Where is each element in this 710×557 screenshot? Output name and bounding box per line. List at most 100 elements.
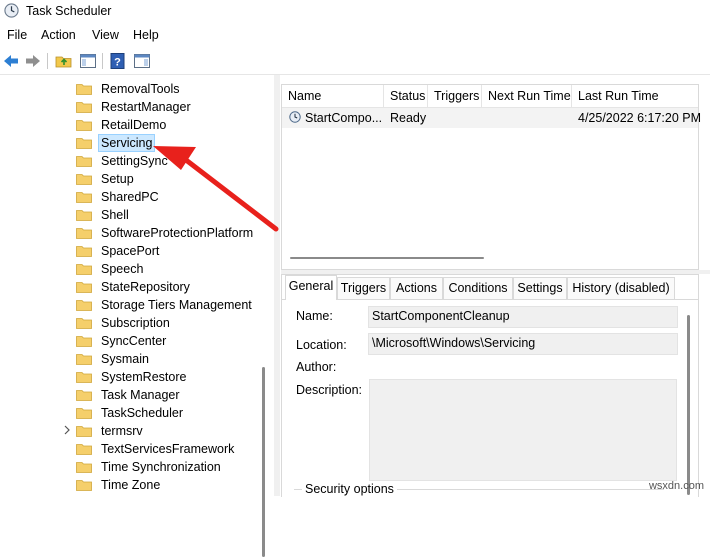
tree-item-label: SoftwareProtectionPlatform [101, 226, 254, 240]
folder-icon [76, 390, 92, 401]
task-name: StartCompo... [305, 111, 383, 125]
svg-text:?: ? [114, 57, 121, 69]
task-scheduler-clock-icon [4, 3, 19, 18]
tree-item-label: SettingSync [101, 154, 168, 168]
tree-item-label: TaskScheduler [101, 406, 183, 420]
tab-settings[interactable]: Settings [513, 277, 567, 299]
folder-icon [76, 300, 92, 311]
help-icon[interactable]: ? [108, 51, 128, 71]
tab-conditions[interactable]: Conditions [443, 277, 513, 299]
properties-scrollbar[interactable] [687, 315, 690, 495]
tree-item-label: Task Manager [101, 388, 180, 402]
column-header-label: Next Run Time [488, 89, 571, 103]
column-header-triggers[interactable]: Triggers [428, 85, 482, 108]
location-field[interactable]: \Microsoft\Windows\Servicing [368, 333, 678, 355]
tree-item-label: Setup [101, 172, 134, 186]
tree-item-label: Sysmain [101, 352, 149, 366]
tree-item-label: StateRepository [101, 280, 190, 294]
show-hide-tree-icon[interactable] [78, 51, 98, 71]
column-header-label: Triggers [434, 89, 480, 103]
column-header-next-run-time[interactable]: Next Run Time [482, 85, 572, 108]
tree-item-label: SharedPC [101, 190, 159, 204]
tab-label: Triggers [340, 281, 387, 295]
tab-triggers[interactable]: Triggers [337, 277, 390, 299]
watermark: wsxdn.com [648, 480, 704, 492]
tab-label: General [288, 279, 334, 293]
folder-icon [76, 408, 92, 419]
location-label: Location: [296, 338, 347, 352]
name-field[interactable]: StartComponentCleanup [368, 306, 678, 328]
tree-item-label: RetailDemo [101, 118, 167, 132]
tree-item-label: SyncCenter [101, 334, 167, 348]
toolbar-separator [47, 53, 48, 69]
folder-icon [76, 102, 92, 113]
menu-file[interactable]: File [7, 28, 27, 42]
menu-view[interactable]: View [92, 28, 119, 42]
tab-history[interactable]: History (disabled) [567, 277, 675, 299]
back-arrow-icon[interactable] [1, 51, 21, 71]
toolbar: ? [0, 48, 710, 75]
folder-icon [76, 462, 92, 473]
tree-item-label: Shell [101, 208, 129, 222]
tab-label: Settings [517, 281, 563, 295]
column-header-last-run-time[interactable]: Last Run Time [572, 85, 698, 108]
tree-item-label: SystemRestore [101, 370, 187, 384]
tab-general[interactable]: General [285, 275, 337, 300]
task-list: Name Status Triggers Next Run Time Last … [281, 84, 702, 270]
tree-item-label: TextServicesFramework [101, 442, 235, 456]
tree-item-label: RemovalTools [101, 82, 180, 96]
menu-help[interactable]: Help [133, 28, 159, 42]
folder-icon [76, 336, 92, 347]
column-header-name[interactable]: Name [282, 85, 384, 108]
tab-label: History (disabled) [572, 281, 670, 295]
folder-icon [76, 120, 92, 131]
tree-item-label: RestartManager [101, 100, 191, 114]
folder-icon [76, 156, 92, 167]
tree-scrollbar[interactable] [257, 75, 274, 557]
location-value: \Microsoft\Windows\Servicing [372, 336, 536, 350]
folder-icon [76, 264, 92, 275]
folder-icon [76, 84, 92, 95]
chevron-right-icon[interactable] [62, 424, 72, 436]
task-status: Ready [390, 111, 427, 125]
folder-icon [76, 282, 92, 293]
task-clock-icon [289, 111, 301, 123]
tree-item-label: SpacePort [101, 244, 160, 258]
task-properties-panel: General Triggers Actions Conditions Sett… [281, 274, 699, 497]
column-header-label: Name [288, 89, 322, 103]
column-header-label: Status [390, 89, 426, 103]
properties-tabstrip: General Triggers Actions Conditions Sett… [282, 275, 698, 300]
tree-item-label: Servicing [97, 134, 156, 152]
description-field[interactable] [369, 379, 677, 481]
title-bar: Task Scheduler [0, 0, 710, 22]
folder-icon [76, 138, 92, 149]
folder-icon [76, 444, 92, 455]
pane-splitter[interactable] [274, 75, 280, 496]
folder-icon [76, 246, 92, 257]
show-hide-action-pane-icon[interactable] [132, 51, 152, 71]
tab-actions[interactable]: Actions [390, 277, 443, 299]
tree-scrollbar-thumb[interactable] [262, 367, 265, 557]
folder-icon [76, 372, 92, 383]
table-row[interactable]: StartCompo... Ready 4/25/2022 6:17:20 PM [282, 108, 702, 128]
task-list-hscrollbar[interactable] [290, 257, 484, 259]
forward-arrow-icon[interactable] [23, 51, 43, 71]
author-label: Author: [296, 360, 337, 374]
tab-label: Conditions [448, 281, 508, 295]
column-header-label: Last Run Time [578, 89, 659, 103]
menu-bar: File Action View Help [0, 24, 710, 46]
folder-icon [76, 480, 92, 491]
menu-action[interactable]: Action [41, 28, 76, 42]
window-title: Task Scheduler [26, 4, 112, 18]
name-value: StartComponentCleanup [372, 309, 510, 323]
column-header-status[interactable]: Status [384, 85, 428, 108]
tree-item-label: Subscription [101, 316, 170, 330]
security-options-label: Security options [302, 482, 397, 496]
tree-item-label: Storage Tiers Management [101, 298, 252, 312]
task-last-run: 4/25/2022 6:17:20 PM [578, 111, 702, 125]
tree-item-label: Time Zone [101, 478, 161, 492]
folder-up-icon[interactable] [54, 51, 74, 71]
folder-icon [76, 426, 92, 437]
tab-label: Actions [396, 281, 437, 295]
tree-item-label: Speech [101, 262, 144, 276]
